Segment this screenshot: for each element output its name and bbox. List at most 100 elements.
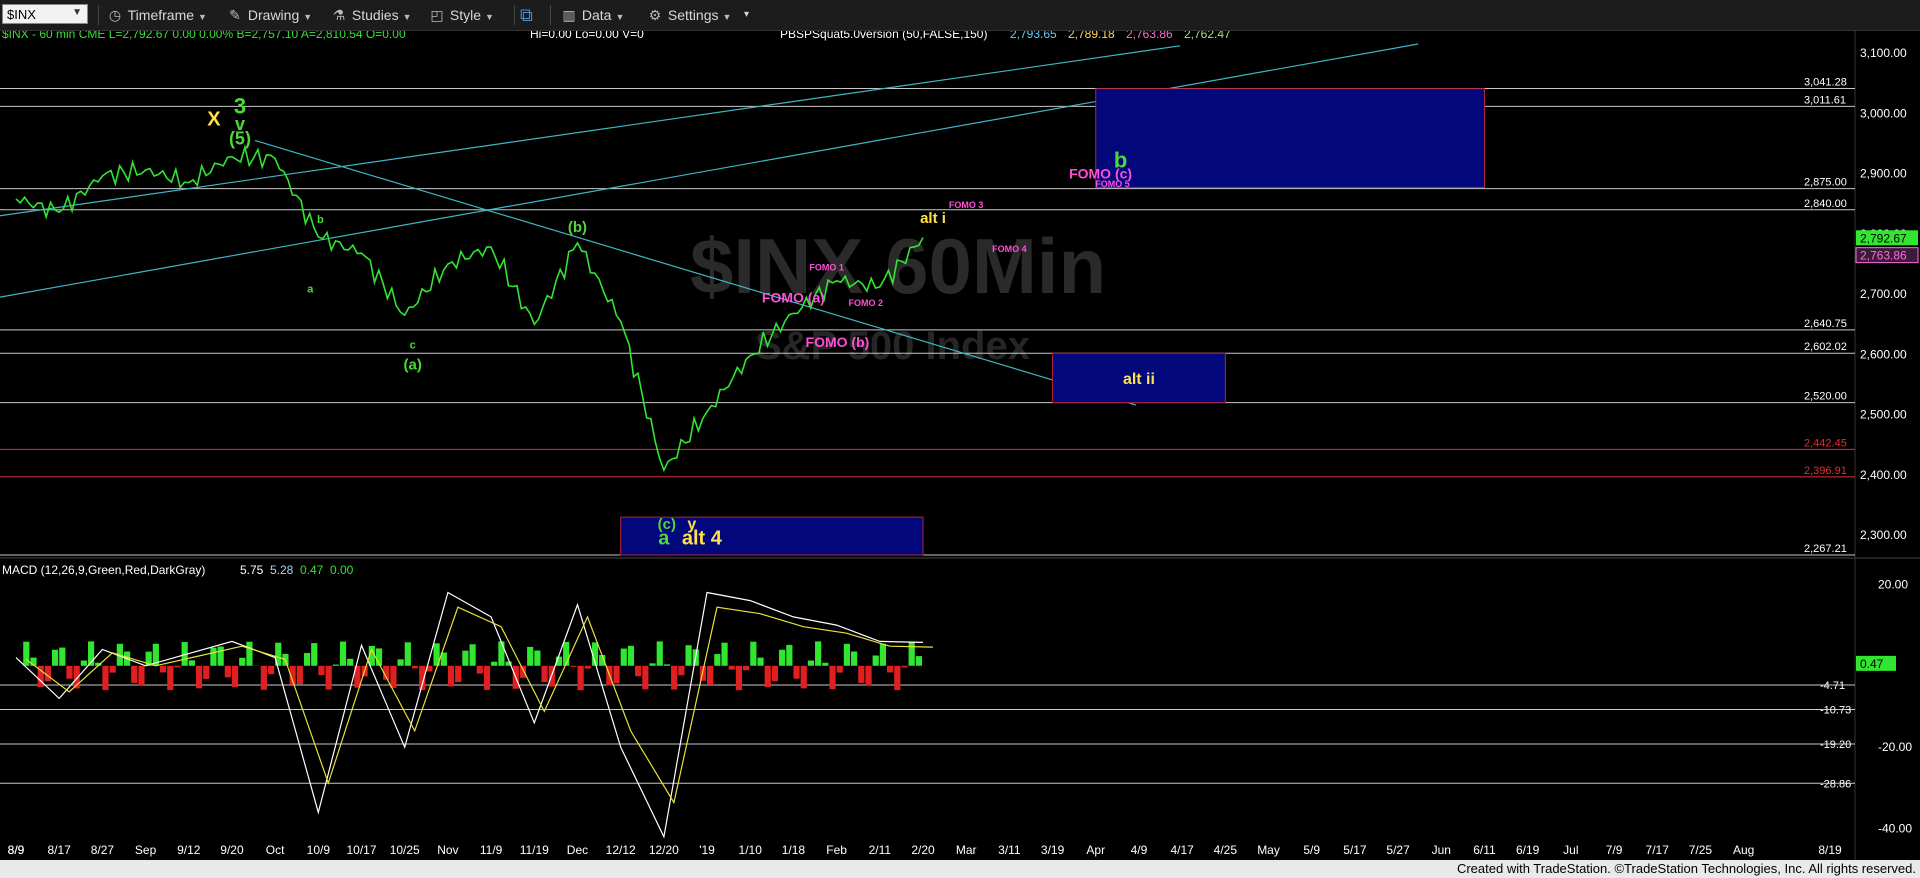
symbol-value: $INX	[7, 7, 36, 22]
chevron-down-icon: ▼	[303, 12, 313, 22]
macd-histogram-bar	[635, 665, 642, 677]
drawing-button[interactable]: ✎ Drawing ▼	[226, 0, 312, 30]
macd-histogram-bar	[815, 641, 822, 666]
x-tick-label: 5/17	[1343, 843, 1367, 857]
macd-histogram-bar	[627, 645, 635, 666]
toolbar-divider	[514, 5, 515, 25]
macd-histogram-bar	[462, 650, 469, 666]
price-tick-label: 3,000.00	[1860, 106, 1907, 120]
macd-histogram-bar	[879, 643, 887, 666]
price-level-label: 2,640.75	[1804, 318, 1847, 330]
zone-label: alt ii	[1123, 371, 1155, 388]
macd-histogram-bar	[721, 642, 728, 666]
indicator-value: 2,793.65	[1010, 31, 1057, 41]
layout-icon[interactable]: ⧉	[520, 0, 533, 30]
macd-histogram-bar	[239, 657, 246, 666]
macd-histogram-bar	[447, 665, 455, 687]
chevron-down-icon: ▼	[722, 12, 732, 22]
x-tick-label: 8/17	[48, 843, 72, 857]
x-tick-label: 3/19	[1041, 843, 1065, 857]
chart-canvas[interactable]: $INX 60MinS&P 500 Index$INX - 60 min CME…	[0, 31, 1920, 860]
macd-histogram-bar	[714, 654, 721, 666]
macd-histogram-bar	[534, 650, 541, 666]
wave-label: FOMO 3	[949, 200, 984, 210]
x-tick-label: 10/17	[347, 843, 377, 857]
data-button[interactable]: ▥ Data ▼	[560, 0, 624, 30]
macd-histogram-bar	[584, 665, 591, 669]
x-tick-label: 4/9	[1131, 843, 1148, 857]
macd-histogram-bar	[642, 665, 649, 690]
price-level-label: 2,602.02	[1804, 341, 1847, 353]
price-tick-label: 2,600.00	[1860, 347, 1907, 361]
macd-histogram-bar	[339, 641, 347, 666]
style-icon: ◰	[430, 7, 444, 23]
macd-histogram-bar	[217, 646, 224, 666]
style-button[interactable]: ◰ Style ▼	[428, 0, 494, 30]
macd-histogram-bar	[807, 660, 815, 666]
macd-histogram-bar	[793, 665, 800, 679]
macd-histogram-bar	[397, 659, 404, 666]
x-tick-label: 12/12	[606, 843, 636, 857]
wave-label: FOMO 2	[849, 298, 884, 308]
x-tick-label: 2/11	[869, 843, 892, 857]
watermark-title: $INX 60Min	[690, 222, 1106, 310]
target-zone	[1095, 88, 1485, 188]
copyright-text: Created with TradeStation. ©TradeStation…	[1456, 861, 1916, 876]
macd-histogram-bar	[411, 665, 419, 669]
x-tick-label: 1/18	[782, 843, 806, 857]
studies-button[interactable]: ⚗ Studies ▼	[330, 0, 412, 30]
macd-value: 0.47	[300, 563, 324, 577]
x-tick-label: Jun	[1432, 843, 1451, 857]
x-tick-label: Oct	[266, 843, 285, 857]
macd-histogram-bar	[66, 665, 73, 679]
toolbar-divider	[550, 5, 551, 25]
macd-histogram-bar	[51, 649, 59, 666]
wave-label: FOMO 1	[809, 263, 844, 273]
macd-histogram-bar	[865, 665, 872, 686]
macd-histogram-bar	[577, 665, 584, 691]
wave-label: alt 4	[682, 527, 723, 549]
price-level-label: 3,041.28	[1804, 76, 1847, 88]
x-tick-label: 6/19	[1516, 843, 1540, 857]
x-tick-label: 2/20	[911, 843, 935, 857]
price-level-label: 2,875.00	[1804, 177, 1847, 189]
more-icon[interactable]: ▾	[744, 0, 749, 30]
macd-histogram-bar	[613, 665, 620, 684]
x-tick-label: 11/19	[520, 843, 549, 857]
x-tick-label: 9/12	[177, 843, 201, 857]
macd-histogram-bar	[685, 645, 692, 666]
chevron-down-icon: ▼	[485, 12, 494, 22]
x-tick-label: 10/9	[307, 843, 331, 857]
macd-histogram-bar	[757, 657, 764, 666]
macd-histogram-bar	[764, 665, 771, 688]
wave-label: (5)	[229, 129, 251, 149]
wave-label: c	[410, 339, 416, 351]
hilo-info: Hi=0.00 Lo=0.00 V=0	[530, 31, 644, 41]
macd-histogram-bar	[404, 642, 411, 666]
x-tick-label: 11/9	[480, 843, 503, 857]
x-tick-label: Mar	[956, 843, 977, 857]
macd-histogram-bar	[728, 665, 735, 670]
macd-histogram-bar	[663, 664, 671, 666]
macd-histogram-bar	[735, 665, 743, 691]
macd-histogram-bar	[332, 664, 339, 666]
bar-chart-icon: ▥	[562, 7, 576, 23]
x-tick-label: 8/9	[8, 843, 25, 857]
symbol-dropdown-icon[interactable]: ▼	[72, 7, 82, 18]
price-level-label: 2,442.45	[1804, 437, 1847, 449]
x-tick-label: 9/20	[220, 843, 244, 857]
macd-value: 5.28	[270, 563, 294, 577]
price-tick-label: 2,700.00	[1860, 287, 1907, 301]
symbol-input[interactable]: $INX ▼	[2, 4, 88, 24]
macd-histogram-bar	[908, 642, 915, 666]
macd-histogram-bar	[527, 646, 534, 666]
x-tick-label: Nov	[437, 843, 458, 857]
chart-background	[0, 31, 1920, 860]
settings-button[interactable]: ⚙ Settings ▼	[646, 0, 732, 30]
wave-label: FOMO (a)	[762, 290, 825, 306]
macd-histogram-bar	[260, 665, 267, 690]
x-tick-label: 4/17	[1170, 843, 1194, 857]
wave-label: FOMO (b)	[806, 334, 870, 350]
timeframe-button[interactable]: ◷ Timeframe ▼	[106, 0, 207, 30]
toolbar: $INX ▼ ◷ Timeframe ▼ ✎ Drawing ▼ ⚗ Studies ▼…	[0, 0, 1920, 31]
